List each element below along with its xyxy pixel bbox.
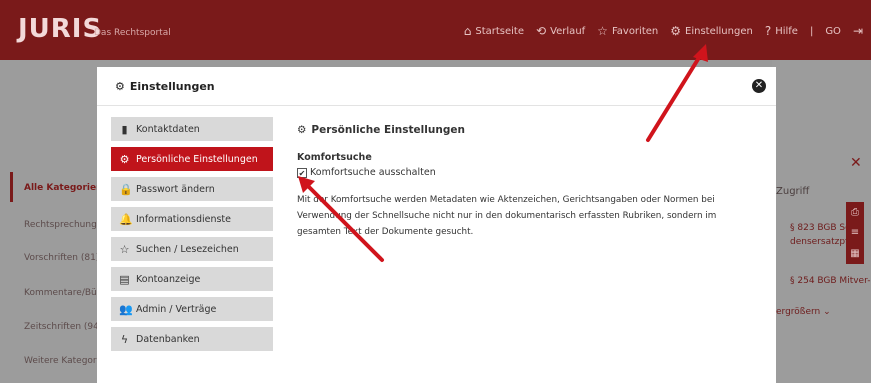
modal-title: Einstellungen [129, 79, 215, 93]
logo[interactable]: JURIS [18, 14, 102, 44]
panel-close-icon[interactable]: ✕ [850, 155, 862, 171]
menu-item-label: Datenbanken [136, 333, 200, 345]
nav-einstellungen[interactable]: ⚙ Einstellungen [670, 24, 753, 38]
nav-hilfe[interactable]: ? Hilfe [765, 24, 798, 38]
menu-item-persoenliche-einstellungen[interactable]: ⚙ Persönliche Einstellungen [111, 147, 273, 171]
menu-item-kontaktdaten[interactable]: ▮ Kontaktdaten [111, 117, 273, 141]
nav-separator: | [809, 25, 814, 37]
print-icon[interactable]: ⎙ [851, 207, 859, 218]
home-icon: ⌂ [463, 24, 472, 38]
menu-item-label: Kontoanzeige [136, 273, 201, 285]
logo-subtitle: Das Rechtsportal [94, 28, 171, 38]
category-item[interactable]: Rechtsprechung ( [24, 220, 103, 230]
bell-icon: 🔔 [119, 212, 133, 226]
gear-icon: ⚙ [115, 79, 125, 93]
active-category-indicator [10, 172, 13, 202]
category-item[interactable]: Weitere Kategorie [24, 356, 105, 366]
note-icon[interactable]: ▦ [850, 248, 859, 259]
category-item[interactable]: Zeitschriften (940 [24, 322, 105, 332]
menu-item-admin-vertraege[interactable]: 👥 Admin / Verträge [111, 297, 273, 321]
komfortsuche-option: ✔ Komfortsuche ausschalten [297, 167, 767, 178]
menu-item-label: Informationsdienste [136, 213, 231, 225]
nav-verlauf[interactable]: ⟲ Verlauf [536, 24, 585, 38]
users-icon: 👥 [119, 302, 133, 316]
enlarge-link[interactable]: ergrößern ⌄ [776, 307, 831, 317]
settings-modal: ⚙ Einstellungen ✕ ▮ Kontaktdaten ⚙ Persö… [97, 67, 776, 383]
nav-startseite[interactable]: ⌂ Startseite [464, 24, 524, 38]
modal-header: ⚙ Einstellungen [97, 67, 776, 105]
category-item[interactable]: Vorschriften (81) [24, 253, 99, 263]
divider [97, 105, 776, 106]
list-icon: ▤ [119, 272, 130, 286]
menu-item-datenbanken[interactable]: ϟ Datenbanken [111, 327, 273, 351]
nav-label: Favoriten [611, 25, 659, 37]
content-title-text: Persönliche Einstellungen [311, 124, 465, 136]
menu-icon[interactable]: ≡ [851, 227, 859, 238]
menu-item-suchen-lesezeichen[interactable]: ☆ Suchen / Lesezeichen [111, 237, 273, 261]
history-icon: ⟲ [536, 24, 547, 38]
gear-icon: ⚙ [670, 24, 682, 38]
checkbox-label[interactable]: Komfortsuche ausschalten [310, 167, 436, 178]
nav-label: Einstellungen [685, 25, 753, 37]
nav-label: Startseite [475, 25, 525, 37]
top-bar: JURIS Das Rechtsportal ⌂ Startseite ⟲ Ve… [0, 0, 871, 60]
star-icon: ☆ [597, 24, 608, 38]
gear-icon: ⚙ [297, 124, 307, 136]
side-toolbar: ⎙ ≡ ▦ [846, 202, 864, 264]
recent-item-link[interactable]: § 254 BGB Mitver- [790, 276, 870, 286]
menu-item-label: Admin / Verträge [136, 303, 217, 315]
menu-item-label: Passwort ändern [136, 183, 215, 195]
komfortsuche-checkbox[interactable]: ✔ [297, 167, 307, 178]
lock-icon: 🔒 [119, 182, 133, 196]
bolt-icon: ϟ [120, 332, 129, 346]
nav-label: Verlauf [550, 25, 586, 37]
nav-go[interactable]: GO [825, 26, 841, 37]
book-icon: ▮ [121, 122, 128, 136]
menu-item-label: Persönliche Einstellungen [136, 153, 258, 165]
recent-item-link-cont[interactable]: densersatzpfli [790, 237, 853, 247]
menu-item-label: Suchen / Lesezeichen [136, 243, 239, 255]
main-nav: ⌂ Startseite ⟲ Verlauf ☆ Favoriten ⚙ Ein… [464, 24, 863, 38]
nav-label: GO [825, 25, 841, 37]
menu-item-label: Kontaktdaten [136, 123, 200, 135]
content-title: ⚙ Persönliche Einstellungen [297, 124, 767, 136]
nav-label: Hilfe [775, 25, 798, 37]
category-item[interactable]: Kommentare/Büc [24, 288, 102, 298]
nav-favoriten[interactable]: ☆ Favoriten [597, 24, 658, 38]
panel-heading: Zugriff [776, 186, 810, 197]
settings-content: ⚙ Persönliche Einstellungen Komfortsuche… [297, 124, 767, 240]
settings-menu: ▮ Kontaktdaten ⚙ Persönliche Einstellung… [111, 117, 273, 357]
gear-icon: ⚙ [119, 152, 130, 166]
menu-item-kontoanzeige[interactable]: ▤ Kontoanzeige [111, 267, 273, 291]
logout-icon: ⇥ [852, 24, 863, 38]
close-button[interactable]: ✕ [752, 79, 766, 93]
star-icon: ☆ [119, 242, 130, 256]
logout-button[interactable]: ⇥ [853, 24, 863, 38]
section-heading: Komfortsuche [297, 152, 372, 163]
description-text: Mit der Komfortsuche werden Metadaten wi… [297, 195, 717, 237]
menu-item-informationsdienste[interactable]: 🔔 Informationsdienste [111, 207, 273, 231]
menu-item-passwort[interactable]: 🔒 Passwort ändern [111, 177, 273, 201]
help-icon: ? [764, 24, 772, 38]
